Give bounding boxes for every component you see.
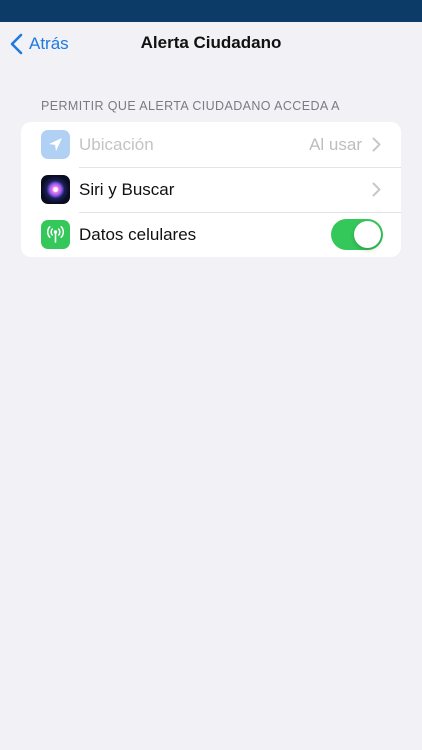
row-location-value: Al usar [309, 134, 362, 154]
row-siri-search[interactable]: Siri y Buscar [21, 167, 401, 212]
row-cellular-data: Datos celulares [21, 212, 401, 257]
location-arrow-icon [41, 130, 70, 159]
section-header: PERMITIR QUE ALERTA CIUDADANO ACCEDA A [41, 99, 340, 113]
siri-icon [41, 175, 70, 204]
navigation-bar: Atrás Alerta Ciudadano [0, 22, 422, 66]
permissions-group: Ubicación Al usar Siri y Buscar Datos ce… [21, 122, 401, 257]
row-location[interactable]: Ubicación Al usar [21, 122, 401, 167]
row-cellular-label: Datos celulares [79, 224, 197, 244]
chevron-right-icon [372, 182, 381, 197]
chevron-right-icon [372, 137, 381, 152]
page-title: Alerta Ciudadano [140, 33, 282, 52]
toggle-knob [354, 221, 381, 248]
cellular-data-toggle[interactable] [331, 219, 383, 250]
status-bar [0, 0, 422, 22]
cellular-antenna-icon [41, 220, 70, 249]
row-location-label: Ubicación [79, 134, 154, 154]
row-siri-label: Siri y Buscar [79, 179, 175, 199]
